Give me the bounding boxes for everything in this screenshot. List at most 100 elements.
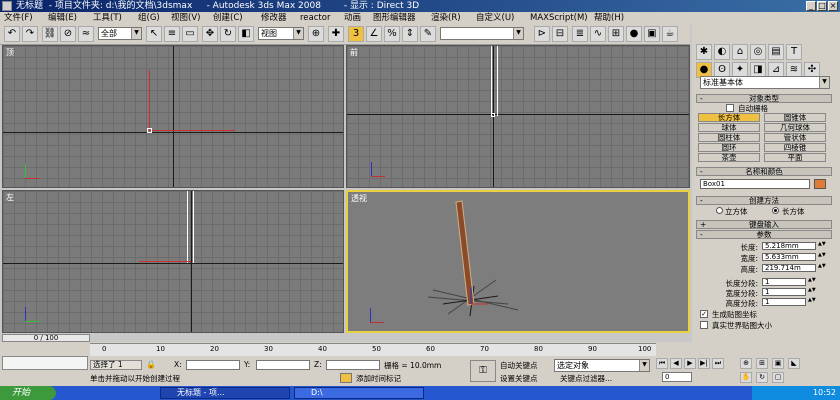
category-select[interactable]: 标准基本体 ▼ [700,76,830,89]
undo-icon[interactable]: ↶ [4,26,20,42]
rollout-name-color[interactable]: - 名称和颜色 [696,167,832,176]
menu-group[interactable]: 组(G) [138,12,160,24]
taskbar-item-explorer[interactable]: D:\ [294,387,424,399]
goto-start-icon[interactable]: ⏮ [656,358,668,369]
height-spinner-arrows[interactable]: ▲▼ [818,264,826,272]
time-slider[interactable]: 0 / 100 [2,334,90,342]
cylinder-button[interactable]: 圆柱体 [698,133,760,142]
pan-icon[interactable]: ✋ [740,372,752,383]
x-coord-input[interactable] [186,360,240,370]
render-setup-icon[interactable]: ▣ [644,26,660,42]
menu-rendering[interactable]: 渲染(R) [431,12,461,24]
torus-button[interactable]: 圆环 [698,143,760,152]
length-spinner[interactable]: 5.218mm [762,242,816,250]
menu-maxscript[interactable]: MAXScript(M) [530,12,588,24]
select-manipulate-icon[interactable]: ✚ [328,26,344,42]
select-scale-icon[interactable]: ◧ [238,26,254,42]
select-rotate-icon[interactable]: ↻ [220,26,236,42]
named-selection-select[interactable]: ▼ [440,27,524,40]
percent-snap-icon[interactable]: % [384,26,400,42]
modify-tab-icon[interactable]: ◐ [714,44,730,60]
maximize-icon[interactable]: □ [817,1,827,11]
maxscript-listener[interactable] [2,356,88,370]
rollout-parameters[interactable]: - 参数 [696,230,832,239]
viewport-top[interactable]: 顶 [2,45,344,188]
height-spinner[interactable]: 219.714m [762,264,816,272]
motion-tab-icon[interactable]: ◎ [750,44,766,60]
curve-editor-icon[interactable]: ∿ [590,26,606,42]
menu-tools[interactable]: 工具(T) [93,12,122,24]
length-segs-arrows[interactable]: ▲▼ [808,278,816,286]
gen-map-coords-checkbox[interactable]: ✓ [700,310,708,318]
pivot-center-icon[interactable]: ⊕ [308,26,324,42]
key-mode-select[interactable]: 选定对象 ▼ [554,359,650,372]
next-frame-icon[interactable]: ▶| [698,358,710,369]
real-world-map-checkbox[interactable] [700,321,708,329]
menu-help[interactable]: 帮助(H) [594,12,624,24]
rollout-object-type[interactable]: - 对象类型 [696,94,832,103]
set-key-button[interactable]: 设置关键点 [500,373,538,384]
current-frame-input[interactable]: 0 [662,372,692,382]
timeline-track[interactable]: 0 10 20 30 40 50 60 70 80 90 100 [90,343,656,356]
close-icon[interactable]: × [828,1,838,11]
geosphere-button[interactable]: 几何球体 [764,123,826,132]
taskbar-item-3dsmax[interactable]: 无标题 - 项... [160,387,290,399]
object-color-swatch[interactable] [814,179,826,189]
tube-button[interactable]: 管状体 [764,133,826,142]
key-filters-button[interactable]: 关键点过滤器... [560,373,612,384]
rollout-keyboard-entry[interactable]: + 键盘输入 [696,220,832,229]
viewport-front[interactable]: 前 [346,45,690,188]
fov-icon[interactable]: ◣ [788,358,800,369]
auto-key-button[interactable]: 自动关键点 [500,360,538,371]
snap-3d-icon[interactable]: 3 [348,26,364,42]
layer-manager-icon[interactable]: ≣ [572,26,588,42]
zoom-extents-icon[interactable]: ▣ [772,358,784,369]
lock-selection-icon[interactable]: 🔒 [146,360,156,370]
select-link-icon[interactable]: ⛓ [42,26,58,42]
prev-frame-icon[interactable]: ◀ [670,358,682,369]
menu-customize[interactable]: 自定义(U) [476,12,514,24]
auto-grid-checkbox[interactable] [726,104,734,112]
box-radio[interactable] [772,207,779,214]
goto-end-icon[interactable]: ⏭ [712,358,724,369]
selection-filter-select[interactable]: 全部 ▼ [98,27,142,40]
align-icon[interactable]: ⊟ [552,26,568,42]
menu-graph-editors[interactable]: 图形编辑器 [373,12,416,24]
cube-radio[interactable] [716,207,723,214]
select-by-name-icon[interactable]: ≡ [164,26,180,42]
edit-named-sel-icon[interactable]: ✎ [420,26,436,42]
utilities-tab-icon[interactable]: T [786,44,802,60]
menu-edit[interactable]: 编辑(E) [48,12,77,24]
zoom-icon[interactable]: ⊕ [740,358,752,369]
orbit-icon[interactable]: ↻ [756,372,768,383]
start-button[interactable]: 开始 [0,386,56,400]
material-editor-icon[interactable]: ● [626,26,642,42]
hierarchy-tab-icon[interactable]: ⌂ [732,44,748,60]
rect-selection-icon[interactable]: ▭ [182,26,198,42]
menu-animation[interactable]: 动画 [344,12,361,24]
spinner-snap-icon[interactable]: ⇕ [402,26,418,42]
height-segs-spinner[interactable]: 1 [762,298,806,306]
length-segs-spinner[interactable]: 1 [762,278,806,286]
width-segs-arrows[interactable]: ▲▼ [808,288,816,296]
key-icon[interactable]: ⚿ [470,360,496,382]
width-spinner-arrows[interactable]: ▲▼ [818,253,826,261]
rollout-creation-method[interactable]: - 创建方法 [696,196,832,205]
select-object-icon[interactable]: ↖ [146,26,162,42]
time-tag-icon[interactable] [340,373,352,383]
schematic-view-icon[interactable]: ⊞ [608,26,624,42]
angle-snap-icon[interactable]: ∠ [366,26,382,42]
unlink-icon[interactable]: ⊘ [60,26,76,42]
cone-button[interactable]: 圆锥体 [764,113,826,122]
length-spinner-arrows[interactable]: ▲▼ [818,242,826,250]
box-button[interactable]: 长方体 [698,113,760,122]
viewport-perspective[interactable]: 透视 [346,190,690,333]
menu-reactor[interactable]: reactor [300,12,330,24]
sphere-button[interactable]: 球体 [698,123,760,132]
zoom-all-icon[interactable]: ⊞ [756,358,768,369]
menu-create[interactable]: 创建(C) [213,12,243,24]
width-spinner[interactable]: 5.633mm [762,253,816,261]
add-time-tag[interactable]: 添加时间标记 [356,373,401,384]
redo-icon[interactable]: ↷ [22,26,38,42]
bind-spacewarp-icon[interactable]: ≈ [78,26,94,42]
